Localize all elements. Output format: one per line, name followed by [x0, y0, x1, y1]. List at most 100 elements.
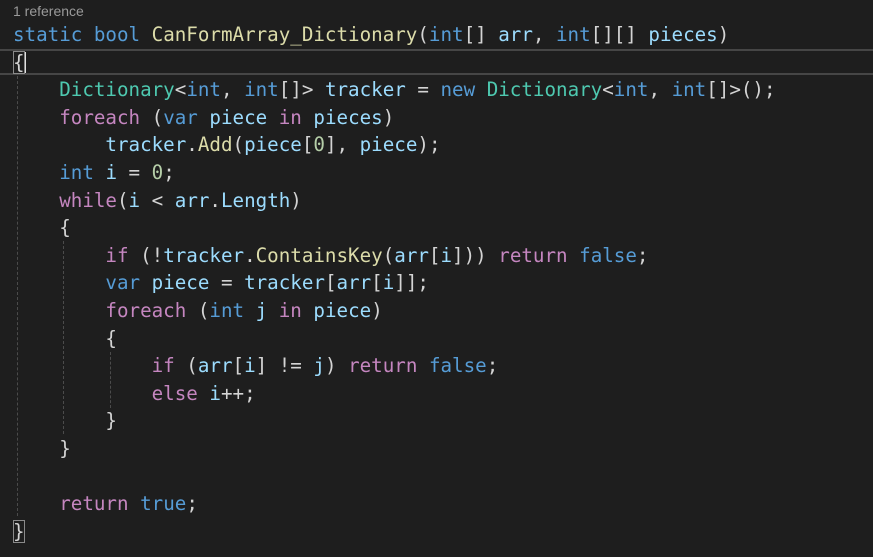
- code-line[interactable]: }: [13, 435, 71, 463]
- code-line[interactable]: {: [13, 214, 71, 242]
- code-token: int: [556, 23, 591, 46]
- code-token: in: [278, 299, 302, 322]
- code-line[interactable]: if (!tracker.ContainsKey(arr[i])) return…: [13, 242, 648, 270]
- code-token: ])): [452, 243, 499, 267]
- code-line[interactable]: Dictionary<int, int[]> tracker = new Dic…: [13, 76, 775, 104]
- code-line[interactable]: {: [13, 325, 117, 353]
- code-token: int: [428, 23, 464, 46]
- code-token: ): [382, 105, 395, 129]
- code-token: [: [428, 243, 441, 267]
- code-line[interactable]: return true;: [13, 490, 198, 518]
- code-token: j: [255, 299, 268, 322]
- text-cursor: [23, 51, 26, 73]
- code-token: .: [186, 133, 198, 157]
- code-line[interactable]: tracker.Add(piece[0], piece);: [13, 131, 440, 159]
- code-token: int: [244, 78, 279, 102]
- code-token: arr: [394, 243, 429, 267]
- code-token: }: [13, 409, 117, 433]
- current-line-highlight: [0, 49, 873, 75]
- code-token: piece: [151, 271, 210, 295]
- code-token: {: [13, 216, 71, 240]
- code-token: ,: [648, 78, 672, 102]
- code-line[interactable]: foreach (int j in piece): [13, 297, 382, 325]
- codelens-reference-count[interactable]: 1 reference: [13, 1, 84, 21]
- code-line[interactable]: int i = 0;: [13, 159, 175, 187]
- code-token: (!: [128, 243, 164, 267]
- code-token: int: [671, 78, 707, 102]
- code-token: ContainsKey: [255, 243, 383, 267]
- code-line[interactable]: static bool CanFormArray_Dictionary(int[…: [13, 21, 729, 49]
- code-token: 0: [313, 133, 325, 157]
- code-editor[interactable]: 1 reference static bool CanFormArray_Dic…: [0, 0, 873, 557]
- code-token: ] !=: [255, 354, 314, 378]
- code-line[interactable]: while(i < arr.Length): [13, 187, 302, 215]
- code-token: int: [186, 78, 221, 102]
- code-token: [: [371, 271, 383, 295]
- code-token: ]];: [394, 271, 429, 295]
- code-token: var: [163, 105, 198, 129]
- code-token: =: [209, 271, 245, 295]
- code-token: (: [186, 299, 210, 322]
- code-line[interactable]: }: [13, 518, 25, 546]
- code-token: arr: [336, 271, 372, 295]
- code-token: int: [59, 161, 94, 184]
- code-token: if: [105, 243, 129, 267]
- code-token: tracker: [324, 78, 406, 102]
- code-token: (: [116, 188, 129, 212]
- code-line[interactable]: else i++;: [13, 380, 256, 408]
- code-token: ;: [186, 492, 198, 516]
- code-token: true: [140, 492, 187, 516]
- code-line[interactable]: }: [13, 407, 117, 435]
- code-line[interactable]: if (arr[i] != j) return false;: [13, 352, 499, 380]
- code-token: ],: [324, 133, 360, 157]
- code-token: CanFormArray_Dictionary: [151, 23, 418, 46]
- code-token: ): [290, 188, 302, 212]
- code-token: int: [613, 78, 649, 102]
- code-token: j: [313, 354, 325, 378]
- code-token: 0: [151, 161, 164, 184]
- code-token: []>: [278, 78, 325, 102]
- code-token: (: [232, 133, 245, 157]
- code-token: i: [440, 243, 453, 267]
- code-token: []: [463, 23, 499, 46]
- code-token: (: [417, 23, 429, 46]
- code-token: piece: [359, 133, 418, 157]
- code-token: arr: [498, 23, 533, 46]
- code-token: <: [140, 188, 175, 212]
- code-token: bool: [93, 23, 141, 46]
- code-token: ;: [486, 354, 499, 378]
- code-token: i: [244, 354, 256, 378]
- code-token: (: [174, 354, 198, 378]
- code-line[interactable]: var piece = tracker[arr[i]];: [13, 269, 429, 297]
- code-token: tracker: [105, 133, 187, 157]
- code-token: tracker: [244, 271, 325, 295]
- code-line[interactable]: {: [13, 49, 26, 77]
- code-token: (: [140, 105, 164, 129]
- code-token: piece: [313, 299, 372, 322]
- code-token: arr: [197, 354, 233, 378]
- code-token: ,: [220, 78, 245, 102]
- code-token: i: [209, 381, 221, 405]
- code-token: [: [324, 271, 337, 295]
- code-line[interactable]: foreach (var piece in pieces): [13, 104, 394, 132]
- code-token: {: [13, 326, 117, 350]
- code-token: ++;: [220, 381, 256, 405]
- code-token: (: [382, 243, 395, 267]
- code-token: static: [13, 23, 83, 46]
- code-token: }: [13, 437, 71, 460]
- code-token: [: [301, 133, 314, 157]
